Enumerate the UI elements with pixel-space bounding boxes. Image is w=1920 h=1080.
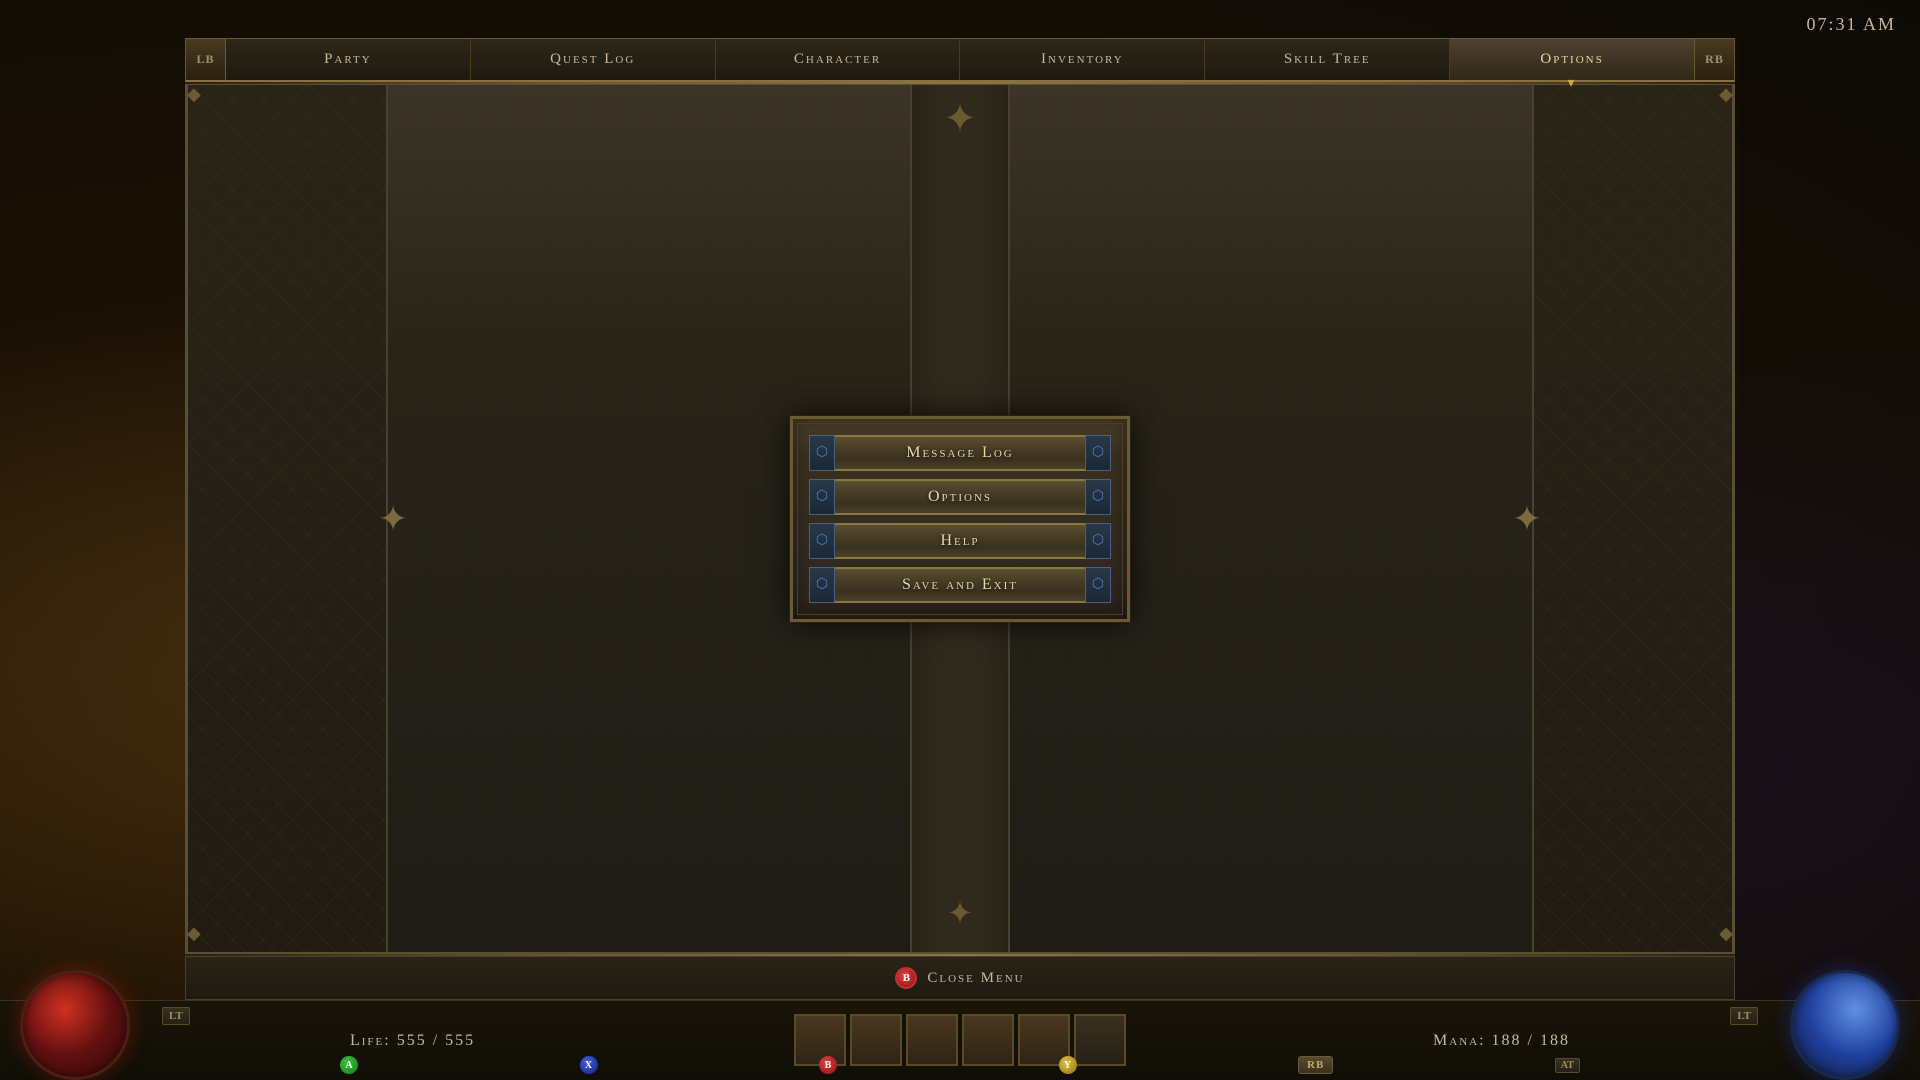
clock: 07:31 AM: [1806, 14, 1896, 35]
at-badge: AT: [1555, 1058, 1580, 1073]
gem-left-2: ⬡: [809, 479, 835, 515]
btn-body-2: Options: [835, 479, 1085, 515]
lattice-left: [188, 85, 386, 952]
a-btn-label: A: [340, 1056, 358, 1074]
gem-left-1: ⬡: [809, 435, 835, 471]
rb-badge: RB: [1298, 1056, 1333, 1074]
options-button[interactable]: ⬡ Options ⬡: [809, 479, 1111, 515]
corner-tr: ◆: [1703, 84, 1733, 114]
tab-skilltree[interactable]: Skill Tree: [1205, 39, 1450, 80]
gem-left-4: ⬡: [809, 567, 835, 603]
life-orb: [20, 970, 130, 1080]
b-btn-label: B: [819, 1056, 837, 1074]
message-log-button[interactable]: ⬡ Message Log ⬡: [809, 435, 1111, 471]
right-panel: [1532, 85, 1732, 952]
rb-btn-label: RB: [1298, 1056, 1333, 1074]
tab-party[interactable]: Party: [226, 39, 471, 80]
tab-questlog[interactable]: Quest Log: [471, 39, 716, 80]
gem-left-3: ⬡: [809, 523, 835, 559]
lt-badge: LT: [162, 1007, 190, 1025]
stone-panel: ⬡ Message Log ⬡ ⬡ Options ⬡ ⬡ Help ⬡ ⬡: [185, 82, 1735, 955]
tab-character[interactable]: Character: [716, 39, 961, 80]
mana-orb: [1790, 970, 1900, 1080]
ornament-bottom: [947, 894, 974, 932]
panel-border-top: [185, 82, 1735, 84]
left-panel: [188, 85, 388, 952]
b-icon-hud: B: [819, 1056, 837, 1074]
y-btn-label: Y: [1059, 1056, 1077, 1074]
corner-br: ◆: [1703, 923, 1733, 953]
help-button[interactable]: ⬡ Help ⬡: [809, 523, 1111, 559]
gem-right-3: ⬡: [1085, 523, 1111, 559]
b-icon: B: [895, 967, 917, 989]
close-menu-button[interactable]: B Close Menu: [895, 967, 1024, 989]
corner-bl: ◆: [187, 923, 217, 953]
close-menu-bar: B Close Menu: [185, 956, 1735, 1000]
lattice-right: [1534, 85, 1732, 952]
save-exit-button[interactable]: ⬡ Save and Exit ⬡: [809, 567, 1111, 603]
x-btn-label: X: [580, 1056, 598, 1074]
hud-bottom: Life: 555 / 555 Mana: 188 / 188 A X B: [0, 1000, 1920, 1080]
a-icon: A: [340, 1056, 358, 1074]
rt-badge: LT: [1730, 1007, 1758, 1025]
y-icon: Y: [1059, 1056, 1077, 1074]
rb-button[interactable]: RB: [1694, 39, 1734, 80]
options-dialog: ⬡ Message Log ⬡ ⬡ Options ⬡ ⬡ Help ⬡ ⬡: [790, 416, 1130, 622]
btn-body-1: Message Log: [835, 435, 1085, 471]
btn-body-3: Help: [835, 523, 1085, 559]
nav-bar: LB Party Quest Log Character Inventory S…: [185, 38, 1735, 82]
diamond-top: [935, 95, 985, 175]
tab-inventory[interactable]: Inventory: [960, 39, 1205, 80]
lb-button[interactable]: LB: [186, 39, 226, 80]
ornament-right: [1512, 498, 1542, 540]
ornament-left: [378, 498, 408, 540]
at-btn-label: AT: [1555, 1058, 1580, 1073]
btn-body-4: Save and Exit: [835, 567, 1085, 603]
gem-right-1: ⬡: [1085, 435, 1111, 471]
x-icon: X: [580, 1056, 598, 1074]
corner-tl: ◆: [187, 84, 217, 114]
nav-tabs: Party Quest Log Character Inventory Skil…: [226, 39, 1694, 80]
controller-buttons: A X B Y RB AT: [340, 1050, 1580, 1080]
ornament-top: [910, 85, 1010, 205]
close-menu-label: Close Menu: [927, 970, 1024, 987]
tab-options[interactable]: Options: [1450, 39, 1694, 80]
gem-right-4: ⬡: [1085, 567, 1111, 603]
gem-right-2: ⬡: [1085, 479, 1111, 515]
